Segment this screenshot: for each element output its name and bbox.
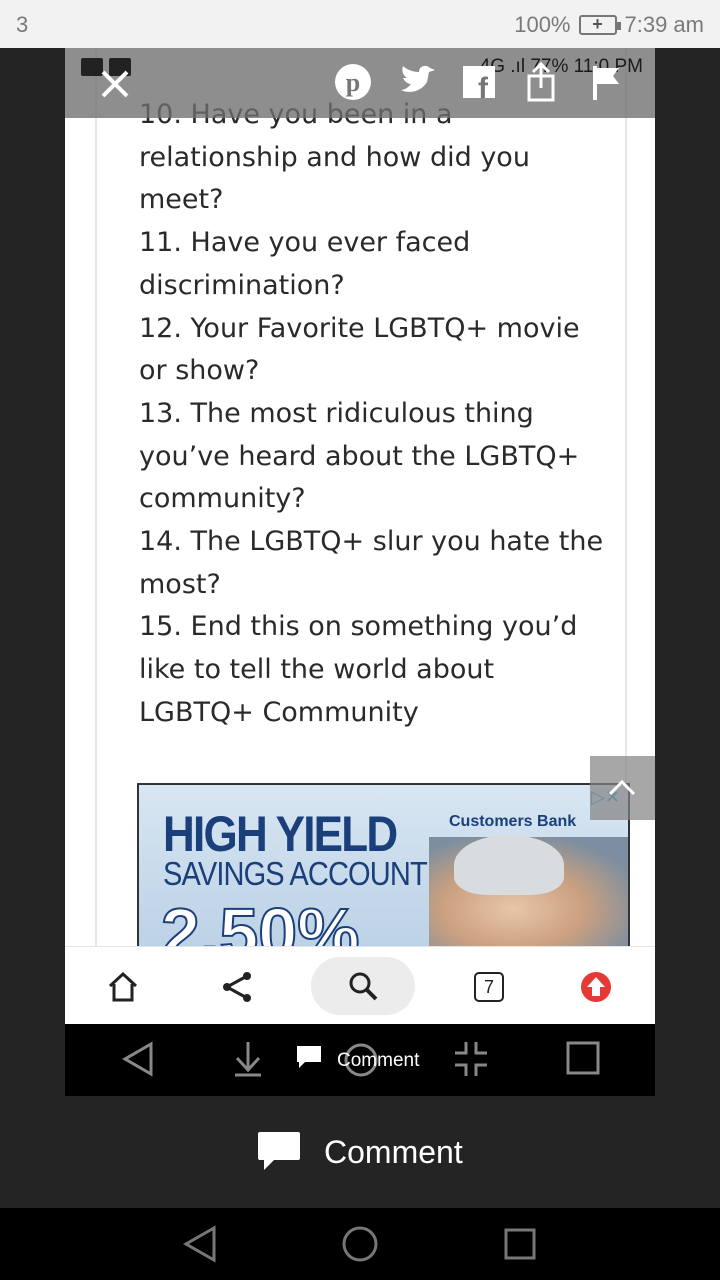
question-item: 15. End this on something you’d like to … bbox=[139, 611, 578, 728]
device-status-bar: 3 100% + 7:39 am bbox=[0, 0, 720, 48]
status-right-group: 100% + 7:39 am bbox=[514, 12, 704, 38]
question-item: 12. Your Favorite LGBTQ+ movie or show? bbox=[139, 312, 580, 387]
scroll-to-top-button[interactable] bbox=[590, 756, 655, 820]
tabs-count: 7 bbox=[474, 972, 504, 1002]
comment-label: Comment bbox=[337, 1050, 420, 1071]
ad-subheadline: SAVINGS ACCOUNT bbox=[163, 855, 428, 892]
tabs-button[interactable]: 7 bbox=[461, 959, 517, 1015]
battery-percent: 100% bbox=[514, 12, 571, 37]
comment-bar[interactable]: Comment bbox=[0, 1120, 720, 1190]
system-nav-bar bbox=[0, 1208, 720, 1280]
ad-banner[interactable]: HIGH YIELD SAVINGS ACCOUNT 2.50% Custome… bbox=[137, 783, 630, 948]
upload-icon[interactable] bbox=[568, 959, 624, 1015]
back-icon[interactable] bbox=[121, 1040, 155, 1082]
comment-icon bbox=[258, 1132, 300, 1170]
browser-toolbar: 7 bbox=[65, 946, 655, 1024]
embedded-screenshot: 10. Have you been in a relationship and … bbox=[65, 48, 655, 1096]
ad-brand: Customers Bank bbox=[449, 813, 577, 830]
question-item: 13. The most ridiculous thing you’ve hea… bbox=[139, 397, 580, 515]
share-icon[interactable] bbox=[209, 959, 265, 1015]
close-icon[interactable] bbox=[93, 62, 137, 106]
ad-rate: 2.50% bbox=[160, 893, 360, 948]
pinterest-icon[interactable]: p bbox=[331, 60, 375, 104]
question-item: 14. The LGBTQ+ slur you hate the most? bbox=[139, 526, 604, 600]
ad-photo-detail bbox=[454, 835, 564, 895]
embedded-nav-bar: Comment bbox=[65, 1024, 655, 1096]
recents-icon[interactable] bbox=[565, 1040, 601, 1082]
search-button[interactable] bbox=[311, 957, 415, 1015]
share-icon[interactable] bbox=[519, 60, 563, 104]
home-icon[interactable] bbox=[340, 1224, 380, 1268]
collapse-icon[interactable] bbox=[453, 1040, 489, 1082]
notification-count: 3 bbox=[16, 12, 29, 37]
share-overlay-bar: 4G .ıl 77% 11:0 PM p f bbox=[65, 48, 655, 118]
search-icon bbox=[349, 972, 378, 1001]
facebook-icon[interactable]: f bbox=[457, 60, 501, 105]
clock: 7:39 am bbox=[624, 12, 705, 37]
flag-icon[interactable] bbox=[583, 60, 627, 104]
comment-icon[interactable] bbox=[295, 1044, 323, 1074]
twitter-icon[interactable] bbox=[395, 60, 439, 104]
question-list: 10. Have you been in a relationship and … bbox=[139, 94, 609, 735]
comment-label: Comment bbox=[324, 1134, 463, 1170]
question-item: 11. Have you ever faced discrimination? bbox=[139, 227, 471, 301]
download-icon[interactable] bbox=[231, 1040, 265, 1082]
back-icon[interactable] bbox=[182, 1224, 218, 1268]
home-icon[interactable] bbox=[95, 959, 151, 1015]
battery-icon: + bbox=[578, 14, 621, 35]
recents-icon[interactable] bbox=[502, 1224, 538, 1268]
battery-charging-glyph: + bbox=[592, 14, 603, 34]
chevron-up-icon bbox=[608, 779, 636, 796]
svg-text:f: f bbox=[478, 72, 489, 104]
svg-text:p: p bbox=[346, 68, 360, 97]
